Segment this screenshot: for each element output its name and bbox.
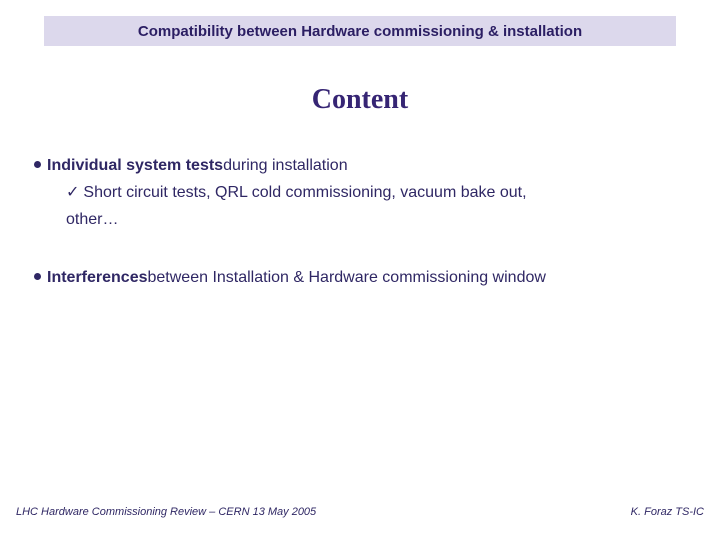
bullet-icon [34,273,41,280]
title-band: Compatibility between Hardware commissio… [44,16,676,46]
sub-bullet-1-cont: other… [66,206,686,233]
body-content: Individual system tests during installat… [34,152,686,291]
bullet-2: Interferences between Installation & Har… [34,264,686,291]
footer-left: LHC Hardware Commissioning Review – CERN… [16,506,316,518]
bullet-icon [34,161,41,168]
footer-right: K. Foraz TS-IC [631,506,704,518]
section-heading: Content [0,84,720,116]
slide: Compatibility between Hardware commissio… [0,0,720,540]
bullet-2-bold: Interferences [47,264,148,291]
sub-bullet-1-text: Short circuit tests, QRL cold commission… [83,179,526,206]
bullet-1: Individual system tests during installat… [34,152,686,179]
sub-bullet-1: ✓ Short circuit tests, QRL cold commissi… [66,179,686,206]
check-icon: ✓ [66,179,79,206]
page-title: Compatibility between Hardware commissio… [138,23,582,40]
bullet-1-bold: Individual system tests [47,152,223,179]
bullet-2-rest: between Installation & Hardware commissi… [148,264,546,291]
bullet-1-rest: during installation [223,152,348,179]
